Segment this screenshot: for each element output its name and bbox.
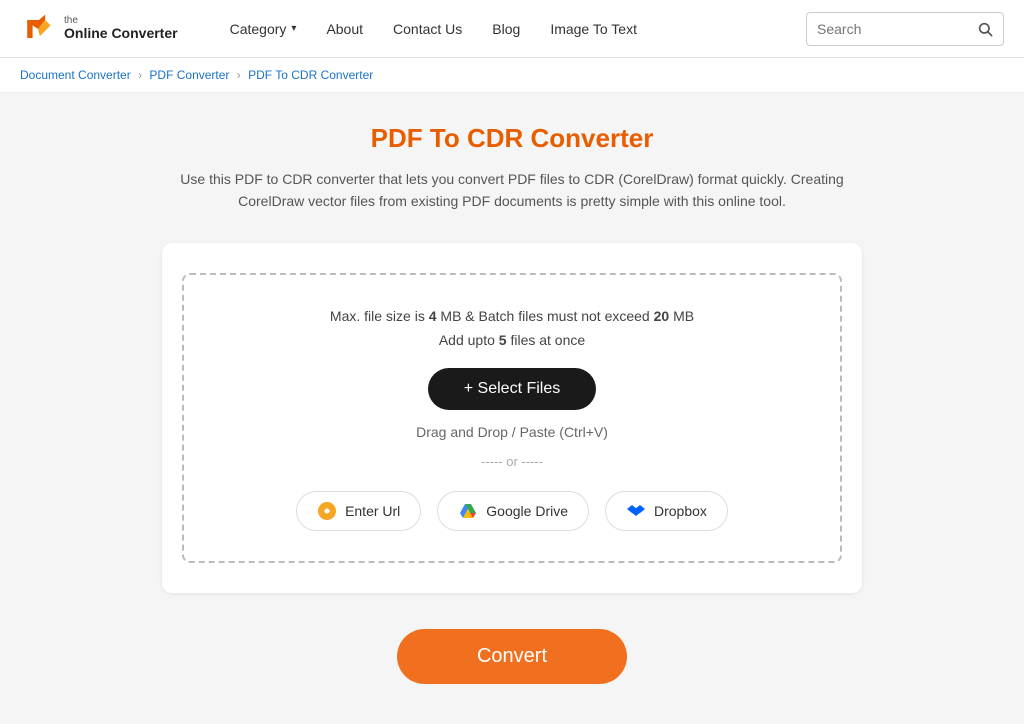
- select-files-button[interactable]: + Select Files: [428, 368, 596, 410]
- nav-item-contact[interactable]: Contact Us: [381, 15, 474, 43]
- convert-area: Convert: [20, 629, 1004, 684]
- upload-card: Max. file size is 4 MB & Batch files mus…: [162, 243, 862, 594]
- search-box: [806, 12, 1004, 46]
- logo-name: Online Converter: [64, 26, 178, 41]
- nav-item-about[interactable]: About: [314, 15, 375, 43]
- breadcrumb-document-converter[interactable]: Document Converter: [20, 68, 131, 82]
- source-buttons: Enter Url Google Drive: [296, 491, 728, 531]
- logo[interactable]: the Online Converter: [20, 11, 178, 47]
- google-drive-icon: [458, 501, 478, 521]
- dropbox-icon: [626, 501, 646, 521]
- search-button[interactable]: [967, 21, 1003, 37]
- nav-item-category[interactable]: Category ▾: [218, 15, 309, 43]
- nav-item-blog[interactable]: Blog: [480, 15, 532, 43]
- google-drive-button[interactable]: Google Drive: [437, 491, 589, 531]
- url-icon: [317, 501, 337, 521]
- breadcrumb-sep-1: ›: [138, 68, 142, 82]
- logo-icon: [20, 11, 56, 47]
- or-divider: ----- or -----: [481, 454, 543, 469]
- breadcrumb-current[interactable]: PDF To CDR Converter: [248, 68, 373, 82]
- search-input[interactable]: [807, 21, 967, 37]
- drag-drop-text: Drag and Drop / Paste (Ctrl+V): [416, 424, 608, 440]
- file-size-info: Max. file size is 4 MB & Batch files mus…: [330, 305, 694, 353]
- page-description: Use this PDF to CDR converter that lets …: [172, 168, 852, 213]
- search-icon: [977, 21, 993, 37]
- main-content: PDF To CDR Converter Use this PDF to CDR…: [0, 93, 1024, 724]
- header: the Online Converter Category ▾ About Co…: [0, 0, 1024, 58]
- logo-text: the Online Converter: [64, 15, 178, 41]
- breadcrumb-pdf-converter[interactable]: PDF Converter: [149, 68, 229, 82]
- nav-item-image-to-text[interactable]: Image To Text: [538, 15, 649, 43]
- dropbox-button[interactable]: Dropbox: [605, 491, 728, 531]
- upload-zone[interactable]: Max. file size is 4 MB & Batch files mus…: [182, 273, 842, 564]
- breadcrumb: Document Converter › PDF Converter › PDF…: [0, 58, 1024, 93]
- enter-url-button[interactable]: Enter Url: [296, 491, 421, 531]
- breadcrumb-sep-2: ›: [237, 68, 241, 82]
- chevron-down-icon: ▾: [291, 23, 296, 34]
- page-title: PDF To CDR Converter: [20, 123, 1004, 154]
- convert-button[interactable]: Convert: [397, 629, 627, 684]
- main-nav: Category ▾ About Contact Us Blog Image T…: [218, 15, 806, 43]
